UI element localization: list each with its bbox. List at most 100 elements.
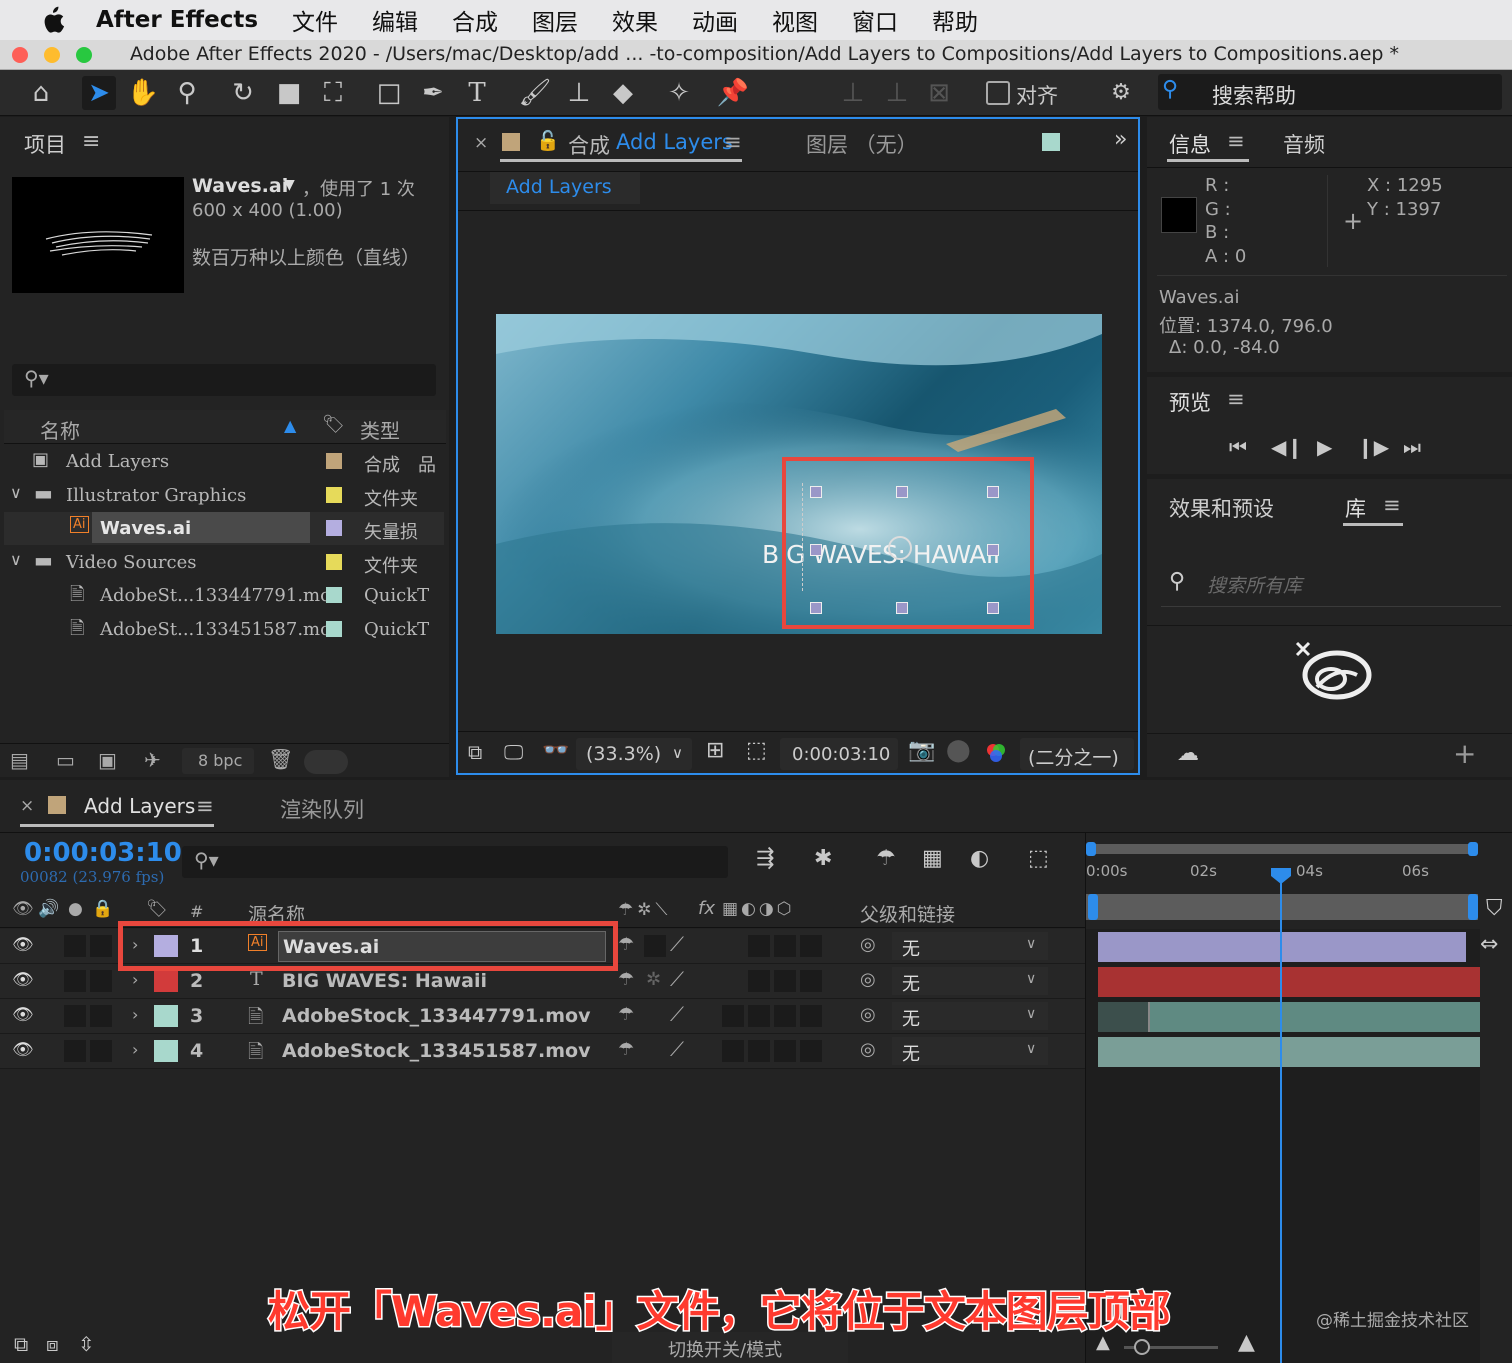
switch-box[interactable] — [774, 935, 796, 957]
snapshot-camera-icon[interactable]: 📷 — [908, 738, 935, 763]
always-preview-icon[interactable]: ⧉ — [468, 740, 482, 764]
graph-editor-icon[interactable]: ⬚ — [1028, 846, 1049, 871]
mask-visibility-icon[interactable]: 👓 — [542, 738, 569, 763]
menu-animation[interactable]: 动画 — [692, 3, 738, 37]
hide-shy-layers-icon[interactable]: ☂ — [876, 846, 896, 871]
project-panel-title[interactable]: 项目 — [24, 129, 66, 159]
current-time-field[interactable]: 0:00:03:10 — [780, 738, 898, 770]
comp-tab-name[interactable]: Add Layers — [616, 130, 733, 154]
parent-dropdown[interactable]: 无 ∨ — [892, 932, 1048, 960]
transparency-grid-icon[interactable]: ⬚ — [746, 738, 767, 763]
trash-icon[interactable]: 🗑 — [268, 747, 293, 771]
comp-button-icon[interactable]: ⇔ — [1480, 932, 1498, 957]
parent-dropdown[interactable]: 无 ∨ — [892, 1002, 1048, 1030]
work-area-end-handle[interactable] — [1468, 842, 1478, 856]
first-frame-icon[interactable]: ⏮ — [1229, 435, 1247, 459]
expand-chevron-icon[interactable]: › — [132, 1040, 138, 1059]
col-type-header[interactable]: 类型 — [360, 415, 400, 444]
info-tab[interactable]: 信息 — [1169, 129, 1211, 159]
layer-duration-bar[interactable] — [1098, 967, 1480, 997]
lock-toggle[interactable] — [90, 935, 112, 957]
switches-header-icons[interactable]: ☂✲⟍ — [618, 900, 671, 920]
align-checkbox[interactable] — [986, 81, 1010, 105]
switch-box[interactable] — [800, 1040, 822, 1062]
comp-marker-bin-icon[interactable]: ⛉ — [1486, 896, 1503, 921]
label-tag-icon[interactable]: 🏷 — [322, 414, 345, 435]
axis-world-icon[interactable]: ⊥ — [880, 76, 914, 110]
layer-duration-bar[interactable] — [1148, 1002, 1480, 1032]
work-area-start-handle[interactable] — [1086, 842, 1096, 856]
solo-icon[interactable]: ● — [68, 899, 83, 919]
eye-icon[interactable]: 👁 — [12, 1005, 34, 1025]
lock-toggle[interactable] — [90, 970, 112, 992]
project-item[interactable]: ▣ Add Layers 合成 品 — [4, 445, 444, 478]
lock-toggle[interactable] — [90, 1005, 112, 1027]
switch-box[interactable] — [800, 1005, 822, 1027]
shy-switch-icon[interactable]: ☂ — [618, 1039, 634, 1060]
flowchart-icon[interactable]: 品 — [418, 451, 436, 477]
col-layer-number[interactable]: # — [190, 902, 203, 921]
layer-switches-icon[interactable]: ⧉ — [14, 1332, 28, 1356]
comp-breadcrumb[interactable]: Add Layers — [490, 172, 640, 204]
panel-menu-icon[interactable]: ≡ — [724, 130, 742, 154]
zoom-tool-icon[interactable]: ⚲ — [170, 76, 204, 110]
puppet-pin-tool-icon[interactable]: 📌 — [716, 76, 750, 110]
solo-toggle[interactable] — [64, 970, 86, 992]
adjust-project-icon[interactable]: ✈ — [144, 748, 161, 772]
switch-box[interactable] — [748, 970, 770, 992]
effects-fx-icon[interactable]: fx — [698, 898, 715, 919]
transfer-controls-icon[interactable]: ⧈ — [46, 1332, 59, 1356]
label-color-swatch[interactable] — [326, 587, 342, 603]
switch-box[interactable] — [748, 1040, 770, 1062]
layer-name[interactable]: AdobeStock_133451587.mov — [282, 1040, 591, 1062]
new-composition-icon[interactable]: ▣ — [98, 748, 117, 772]
last-frame-icon[interactable]: ⏭ — [1403, 435, 1421, 459]
quality-switch-icon[interactable]: ⟋ — [670, 1037, 684, 1061]
menu-view[interactable]: 视图 — [772, 3, 818, 37]
clone-stamp-tool-icon[interactable]: ⊥ — [562, 76, 596, 110]
menu-edit[interactable]: 编辑 — [372, 3, 418, 37]
zoom-slider-thumb[interactable] — [1134, 1339, 1150, 1355]
menu-effect[interactable]: 效果 — [612, 3, 658, 37]
layer-tab[interactable]: 图层 （无） — [806, 129, 918, 159]
selection-tool-icon[interactable]: ➤ — [82, 76, 116, 110]
apple-icon[interactable] — [36, 6, 70, 34]
bpc-button[interactable]: 8 bpc — [182, 748, 254, 774]
layer-duration-bar[interactable] — [1098, 932, 1466, 962]
current-time-indicator[interactable] — [1280, 876, 1282, 1363]
switch-box[interactable] — [800, 935, 822, 957]
parent-pickwhip-icon[interactable]: ◎ — [860, 1004, 876, 1025]
expand-chevron-icon[interactable]: › — [132, 1005, 138, 1024]
quality-switch-icon[interactable]: ⟋ — [670, 1002, 684, 1026]
switch-box[interactable] — [722, 1040, 744, 1062]
show-snapshot-icon[interactable]: ⬤ — [946, 738, 971, 763]
switch-box[interactable] — [748, 1005, 770, 1027]
lock-toggle[interactable] — [90, 1040, 112, 1062]
switch-box[interactable] — [644, 935, 666, 957]
layer-name[interactable]: AdobeStock_133447791.mov — [282, 1005, 591, 1027]
project-folder[interactable]: ∨ ▬ Video Sources 文件夹 — [4, 546, 444, 579]
rotation-tool-icon[interactable]: ↻ — [226, 76, 260, 110]
hand-tool-icon[interactable]: ✋ — [126, 76, 160, 110]
switch-box[interactable] — [774, 1040, 796, 1062]
axis-view-icon[interactable]: ⊠ — [922, 76, 956, 110]
menu-file[interactable]: 文件 — [292, 3, 338, 37]
roto-brush-tool-icon[interactable]: ✧ — [662, 76, 696, 110]
timeline-search-input[interactable]: ⚲▾ — [182, 846, 728, 878]
pen-tool-icon[interactable]: ✒ — [416, 76, 450, 110]
shy-switch-icon[interactable]: ☂ — [618, 1004, 634, 1025]
footer-scroll-handle[interactable] — [304, 750, 348, 774]
quality-switch-icon[interactable]: ⟋ — [670, 932, 684, 956]
navigator-end-handle[interactable] — [1468, 894, 1478, 920]
switches-header-icons-2[interactable]: ▦◐◑⬡ — [722, 899, 795, 919]
layer-row[interactable]: 👁 › 3 🗎 AdobeStock_133447791.mov ☂ ⟋ ◎ 无… — [0, 999, 1085, 1034]
panel-menu-icon[interactable]: ≡ — [1227, 129, 1245, 153]
library-tab[interactable]: 库 — [1345, 493, 1366, 523]
timeline-tab-label[interactable]: Add Layers — [84, 794, 195, 818]
brush-tool-icon[interactable]: 🖌 — [518, 76, 552, 110]
work-area-bar[interactable] — [1092, 844, 1474, 854]
zoom-in-icon[interactable]: ▲ — [1238, 1330, 1255, 1355]
label-color-swatch[interactable] — [326, 554, 342, 570]
channels-icon[interactable] — [984, 742, 1008, 766]
file-dropdown-icon[interactable]: ▼ — [284, 177, 295, 193]
